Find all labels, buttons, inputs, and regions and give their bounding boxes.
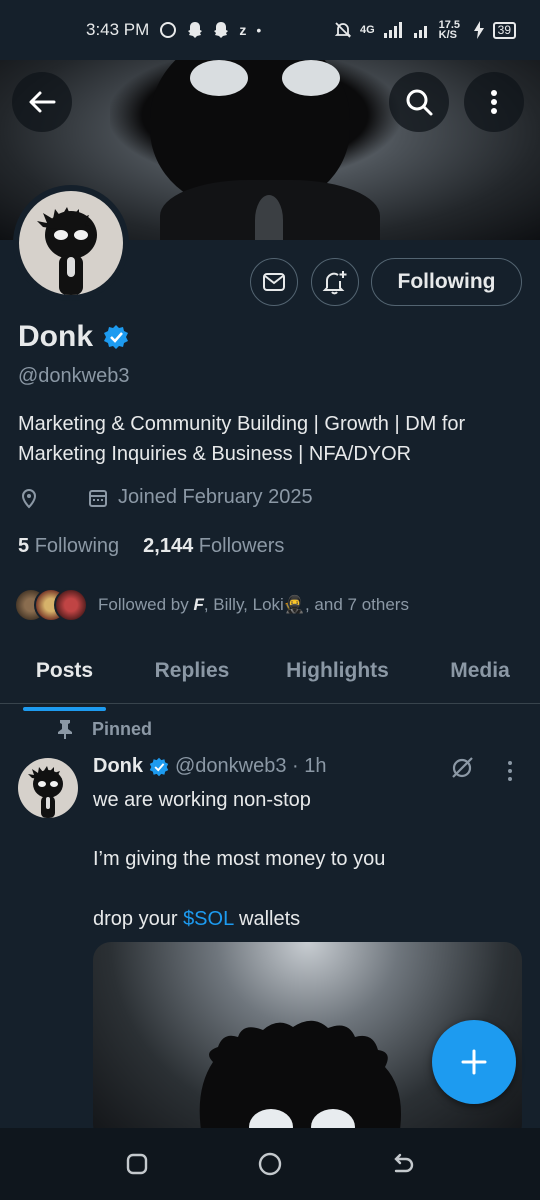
whatsapp-icon (160, 22, 177, 38)
status-bar: 3:43 PM z • 4G 17.5 K/S 39 (0, 0, 540, 60)
back-icon[interactable] (390, 1151, 416, 1177)
post-text-line: drop your $SOL wallets (93, 908, 301, 930)
snapchat-icon (214, 22, 229, 38)
arrow-left-icon (29, 91, 56, 113)
followers-count-link[interactable]: 2,144 Followers (143, 535, 284, 558)
follow-counts: 5 Following 2,144 Followers (18, 535, 284, 558)
cashtag-link[interactable]: $SOL (183, 908, 233, 930)
following-button[interactable]: Following (371, 258, 522, 306)
avatar (54, 588, 88, 622)
post-header: Donk @donkweb3 · 1h (93, 755, 327, 778)
avatar-character-image (37, 207, 97, 295)
avatar (19, 191, 123, 295)
banner-eye-right (282, 60, 340, 96)
bell-plus-icon (322, 271, 347, 295)
more-vertical-icon[interactable] (506, 760, 514, 782)
post-author-name[interactable]: Donk (93, 755, 143, 778)
tab-highlights[interactable]: Highlights (279, 648, 396, 703)
following-count: 5 (18, 535, 30, 557)
followed-by[interactable]: Followed by F, Billy, Loki🥷, and 7 other… (14, 588, 409, 622)
joined-date: Joined February 2025 (118, 486, 313, 508)
profile-name: Donk (18, 320, 93, 353)
pin-icon (58, 720, 72, 739)
notification-z-icon: z (239, 22, 247, 38)
verified-badge-icon (149, 757, 169, 776)
envelope-icon (263, 273, 285, 291)
tab-posts[interactable]: Posts (23, 648, 106, 711)
followed-by-text: Followed by F, Billy, Loki🥷, and 7 other… (98, 595, 409, 614)
following-label: Following (34, 535, 120, 557)
pinned-indicator: Pinned (56, 718, 152, 740)
pinned-label: Pinned (92, 718, 153, 739)
calendar-icon (89, 489, 107, 507)
profile-tabs: Posts Replies Highlights Media (0, 648, 540, 711)
search-icon (406, 89, 433, 116)
followers-label: Followers (198, 535, 285, 557)
verified-badge-icon[interactable] (103, 324, 129, 350)
system-navigation-bar (0, 1128, 540, 1200)
home-icon[interactable] (257, 1151, 283, 1177)
profile-handle: @donkweb3 (18, 365, 130, 387)
banner-praying-hands (255, 195, 283, 240)
following-count-link[interactable]: 5 Following (18, 535, 119, 558)
tab-media[interactable]: Media (443, 648, 517, 703)
post-author-avatar[interactable] (18, 758, 78, 818)
profile-name-row: Donk (18, 320, 129, 354)
tab-replies[interactable]: Replies (152, 648, 232, 703)
mute-icon (334, 22, 352, 38)
message-button[interactable] (250, 258, 298, 306)
avatar-character-image (28, 766, 63, 818)
battery-level: 39 (492, 21, 516, 39)
recent-apps-icon[interactable] (124, 1151, 150, 1177)
snapchat-icon (188, 22, 203, 38)
banner-eye-left (190, 60, 248, 96)
signal-icon (383, 22, 402, 38)
signal-icon (413, 26, 427, 38)
dot-icon: • (256, 22, 262, 38)
more-vertical-icon (491, 90, 497, 114)
network-type: 4G (359, 24, 375, 36)
network-speed: 17.5 K/S (438, 19, 461, 41)
post-handle-time: @donkweb3 · 1h (175, 755, 327, 777)
profile-meta: Joined February 2025 (18, 486, 313, 509)
charging-icon (473, 21, 484, 39)
status-time: 3:43 PM (86, 20, 150, 39)
profile-avatar[interactable] (13, 185, 129, 301)
profile-bio: Marketing & Community Building | Growth … (18, 413, 466, 465)
plus-icon (461, 1049, 487, 1075)
post-text-line: I’m giving the most money to you (93, 848, 386, 870)
more-options-button[interactable] (464, 72, 524, 132)
compose-post-button[interactable] (432, 1020, 516, 1104)
post-text-line: we are working non-stop (93, 789, 311, 811)
search-button[interactable] (389, 72, 449, 132)
back-button[interactable] (12, 72, 72, 132)
notifications-button[interactable] (311, 258, 359, 306)
grok-icon[interactable] (449, 755, 475, 781)
location-pin-icon (21, 488, 37, 508)
followers-count: 2,144 (143, 535, 194, 557)
followed-by-name: F (193, 595, 204, 614)
